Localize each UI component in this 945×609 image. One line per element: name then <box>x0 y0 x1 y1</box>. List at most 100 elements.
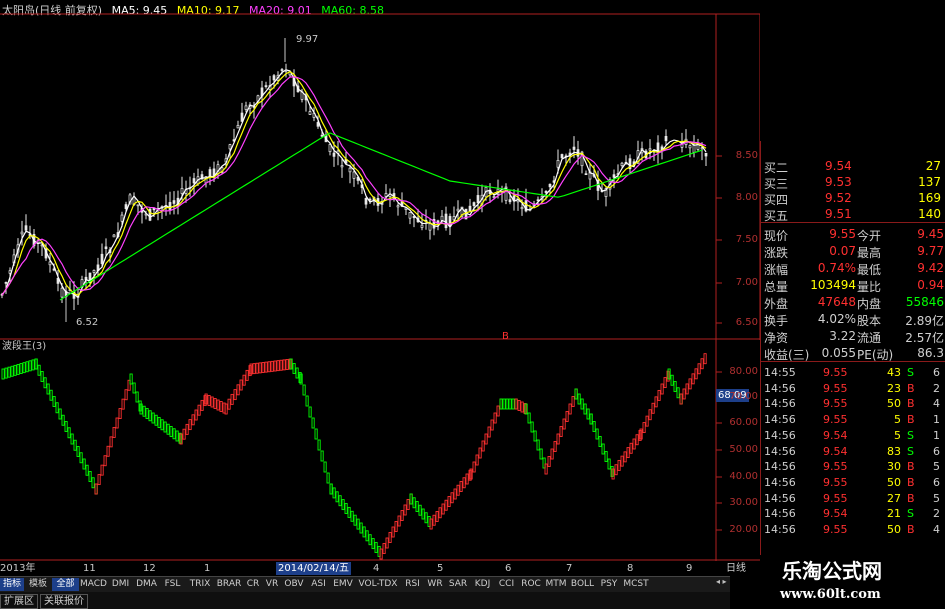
candle-body <box>148 208 152 221</box>
tab-emv[interactable]: EMV <box>331 578 355 591</box>
tab-vol-tdx[interactable]: VOL-TDX <box>356 578 400 591</box>
trade-volume: 5 <box>894 428 901 442</box>
candle-body <box>192 178 196 184</box>
indicator-bar <box>508 398 512 410</box>
indicator-bar <box>207 395 211 406</box>
indicator-bar <box>219 401 223 412</box>
indicator-bar <box>478 447 482 459</box>
candle-body <box>124 204 128 209</box>
trade-price: 9.54 <box>823 507 848 521</box>
indicator-bar <box>245 369 249 381</box>
tab-macd[interactable]: MACD <box>80 578 107 591</box>
indicator-y-tick: 70.00 <box>729 391 758 402</box>
bid-row: 买二 9.54 27 <box>761 157 941 175</box>
indicator-bar <box>688 378 692 390</box>
tab-mtm[interactable]: MTM <box>544 578 568 591</box>
tab-mcst[interactable]: MCST <box>622 578 650 591</box>
tab-vr[interactable]: VR <box>263 578 281 591</box>
x-axis-label: 2013年 <box>0 563 36 574</box>
trade-row[interactable]: 14:56 9.54 83 S 6 <box>761 444 941 459</box>
candle-body <box>468 205 472 212</box>
trade-count: 4 <box>933 523 940 536</box>
bid-volume: 169 <box>918 191 941 205</box>
ma60-line <box>59 132 703 301</box>
indicator-bar <box>10 365 14 377</box>
trade-volume: 27 <box>887 491 901 505</box>
trade-row[interactable]: 14:55 9.55 43 S 6 <box>761 365 941 380</box>
main-chart-area[interactable]: 太阳岛(日线 前复权) MA5: 9.45 MA10: 9.17 MA20: 9… <box>0 0 760 340</box>
indicator-bar <box>76 446 80 457</box>
tab-brar[interactable]: BRAR <box>215 578 243 591</box>
trade-volume: 21 <box>887 507 901 521</box>
tab-roc[interactable]: ROC <box>519 578 543 591</box>
indicator-bar <box>562 418 566 430</box>
indicator-bar <box>648 409 652 421</box>
indicator-bar <box>261 362 265 373</box>
indicator-bar <box>115 417 119 429</box>
main-y-tick: 8.50 <box>735 150 758 161</box>
trade-row[interactable]: 14:56 9.55 23 B 2 <box>761 381 941 396</box>
indicator-bar <box>620 455 624 467</box>
bid-volume: 27 <box>925 159 941 173</box>
tab-asi[interactable]: ASI <box>307 578 330 591</box>
indicator-bar <box>200 399 204 411</box>
indicator-bar <box>142 405 146 417</box>
indicator-bar <box>533 430 537 442</box>
trade-count: 6 <box>933 366 940 379</box>
trade-row[interactable]: 14:56 9.55 50 B 4 <box>761 396 941 411</box>
expand-area-button[interactable]: 扩展区 <box>0 594 38 609</box>
indicator-area[interactable]: 波段王(3) B 68.09 80.00 70.00 60.00 50.00 40.00… <box>0 331 760 561</box>
indicator-bar <box>438 507 442 519</box>
tab-sar[interactable]: SAR <box>446 578 470 591</box>
indicator-bar <box>697 363 701 375</box>
stat-value: 0.94 <box>917 278 944 292</box>
related-quote-button[interactable]: 关联报价 <box>40 594 88 609</box>
indicator-y-tick: 20.00 <box>729 524 758 535</box>
tab-kdj[interactable]: KDJ <box>471 578 494 591</box>
candle-body <box>664 135 668 142</box>
tab-模板[interactable]: 模板 <box>25 578 51 591</box>
indicator-bar <box>400 510 404 521</box>
indicator-bar <box>91 477 95 489</box>
tab-trix[interactable]: TRIX <box>186 578 214 591</box>
trade-row[interactable]: 14:56 9.54 21 S 2 <box>761 506 941 521</box>
indicator-bar <box>654 396 658 408</box>
trade-row[interactable]: 14:56 9.55 50 B 4 <box>761 522 941 537</box>
trade-volume: 30 <box>887 460 901 474</box>
trade-row[interactable]: 14:56 9.55 30 B 5 <box>761 459 941 474</box>
indicator-bar <box>106 445 110 457</box>
trade-row[interactable]: 14:56 9.55 5 B 1 <box>761 412 941 427</box>
tab-指标[interactable]: 指标 <box>0 578 24 591</box>
indicator-bar <box>258 362 262 374</box>
indicator-bar <box>397 515 401 527</box>
tab-scroll-arrows[interactable]: ◂ ▸ <box>716 577 727 586</box>
indicator-bar <box>40 371 44 382</box>
bid-price: 9.52 <box>825 191 852 205</box>
indicator-bar <box>305 395 309 407</box>
tab-dma[interactable]: DMA <box>134 578 159 591</box>
indicator-bar <box>679 393 683 405</box>
trade-side: S <box>907 444 914 458</box>
indicator-bar <box>382 543 386 554</box>
tab-boll[interactable]: BOLL <box>569 578 596 591</box>
candle-body <box>704 152 708 157</box>
trade-divider <box>761 361 945 362</box>
tab-cr[interactable]: CR <box>244 578 262 591</box>
tab-rsi[interactable]: RSI <box>401 578 424 591</box>
tab-cci[interactable]: CCI <box>495 578 518 591</box>
trade-row[interactable]: 14:56 9.55 27 B 5 <box>761 491 941 506</box>
tab-全部[interactable]: 全部 <box>52 578 79 591</box>
trade-row[interactable]: 14:56 9.54 5 S 1 <box>761 428 941 443</box>
tab-dmi[interactable]: DMI <box>108 578 133 591</box>
tab-psy[interactable]: PSY <box>597 578 621 591</box>
tab-obv[interactable]: OBV <box>282 578 306 591</box>
candle-body <box>92 270 96 273</box>
tab-wr[interactable]: WR <box>425 578 445 591</box>
indicator-bar <box>623 451 627 463</box>
indicator-bar <box>230 393 234 405</box>
period-label[interactable]: 日线 <box>726 562 746 575</box>
trade-price: 9.55 <box>823 491 848 505</box>
trade-row[interactable]: 14:56 9.55 50 B 6 <box>761 475 941 490</box>
tab-fsl[interactable]: FSL <box>160 578 185 591</box>
indicator-bar <box>444 499 448 511</box>
